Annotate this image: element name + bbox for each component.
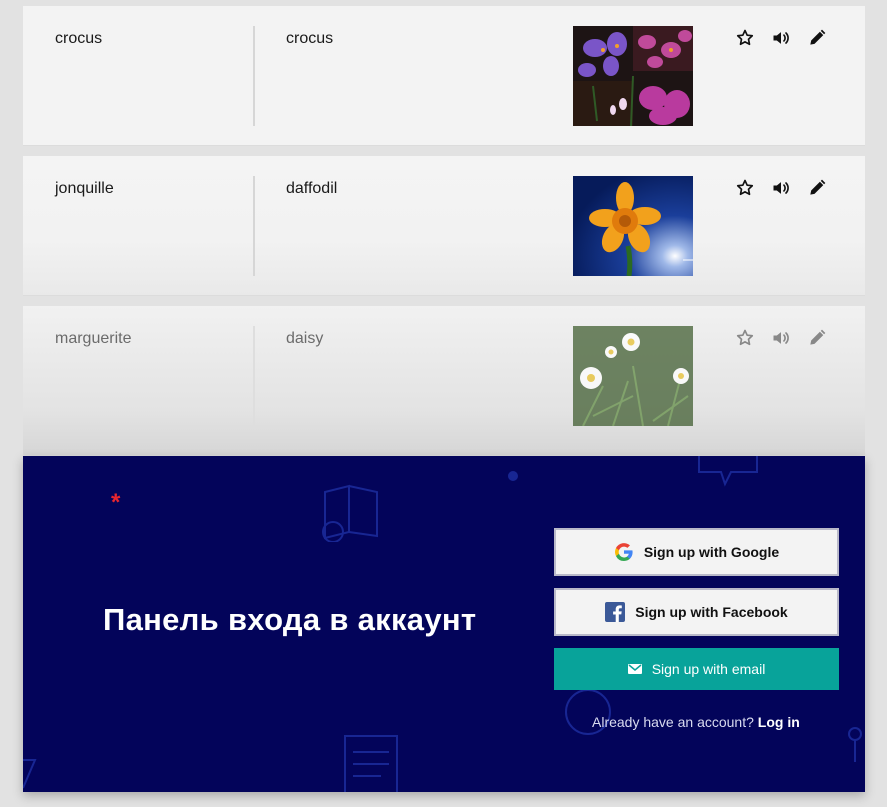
corner-decoration-icon (23, 759, 37, 789)
daisy-image (573, 326, 693, 426)
login-link[interactable]: Log in (758, 714, 800, 730)
speaker-icon[interactable] (769, 26, 793, 50)
signup-panel: * Панель входа в аккаунт Sign up with Go… (23, 456, 865, 792)
star-icon[interactable] (733, 326, 757, 350)
row-divider (253, 26, 255, 126)
speaker-icon[interactable] (769, 176, 793, 200)
document-decoration-icon (344, 735, 398, 792)
term-row-jonquille: jonquille daffodil (23, 156, 865, 296)
google-icon (614, 543, 633, 561)
star-icon[interactable] (733, 26, 757, 50)
signup-google-button[interactable]: Sign up with Google (554, 528, 839, 576)
pencil-icon[interactable] (805, 326, 829, 350)
row-actions (733, 176, 829, 200)
star-icon[interactable] (733, 176, 757, 200)
signup-facebook-button[interactable]: Sign up with Facebook (554, 588, 839, 636)
row-divider (253, 326, 255, 426)
definition-text: daffodil (286, 180, 338, 197)
daffodil-image (573, 176, 693, 276)
signup-facebook-label: Sign up with Facebook (635, 604, 788, 620)
term-row-crocus: crocus crocus (23, 6, 865, 146)
signup-google-label: Sign up with Google (643, 544, 780, 560)
term-row-marguerite: marguerite daisy (23, 306, 865, 456)
row-actions (733, 326, 829, 350)
dot-decoration-icon (508, 471, 518, 481)
clock-decoration-icon (565, 689, 611, 735)
edge-decoration-icon (848, 727, 862, 762)
required-asterisk: * (111, 489, 121, 516)
signup-email-button[interactable]: Sign up with email (554, 648, 839, 690)
pencil-icon[interactable] (805, 26, 829, 50)
definition-text: daisy (286, 330, 324, 347)
term-text: jonquille (55, 180, 114, 197)
facebook-icon (605, 602, 626, 622)
row-actions (733, 26, 829, 50)
crocus-image (573, 26, 693, 126)
login-prompt-text: Already have an account? (592, 714, 754, 730)
speaker-icon[interactable] (769, 326, 793, 350)
signup-email-label: Sign up with email (651, 661, 766, 677)
book-decoration-icon (322, 484, 378, 542)
envelope-icon (627, 664, 642, 674)
signup-title: Панель входа в аккаунт (103, 602, 477, 637)
pencil-icon[interactable] (805, 176, 829, 200)
term-text: crocus (55, 30, 103, 47)
login-prompt-line: Already have an account? Log in (592, 714, 800, 730)
definition-text: crocus (286, 30, 334, 47)
chat-bubble-decoration-icon (698, 456, 758, 487)
row-divider (253, 176, 255, 276)
term-text: marguerite (55, 330, 132, 347)
study-set-page: crocus crocus jonquille daffodil marguer… (0, 0, 887, 807)
